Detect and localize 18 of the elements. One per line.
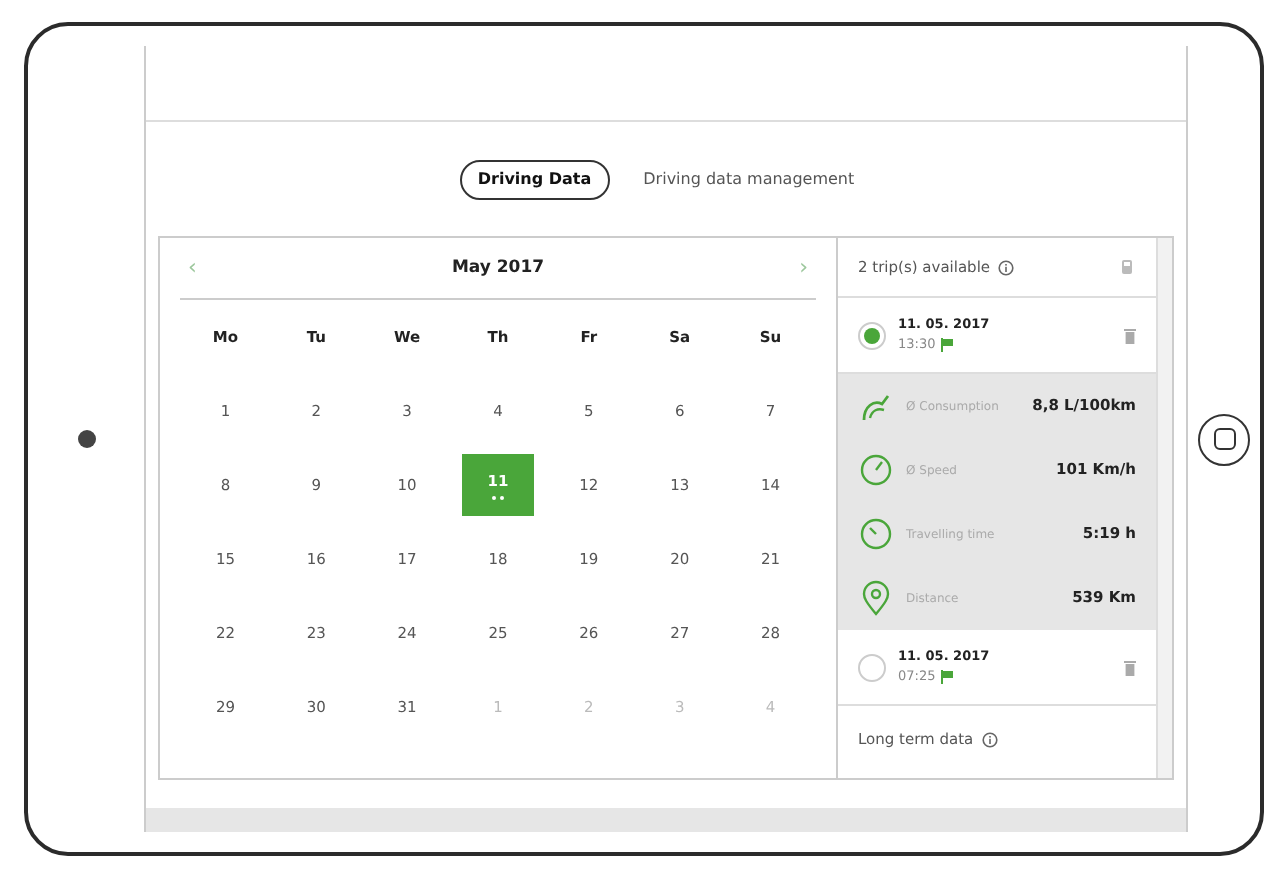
trash-icon[interactable]	[1124, 327, 1136, 343]
month-title: May 2017	[451, 255, 545, 281]
tab[interactable]: Driving data management	[625, 159, 873, 199]
flag-icon	[939, 337, 954, 352]
scrollbar[interactable]	[1156, 238, 1172, 778]
location-pin-icon	[858, 580, 894, 616]
info-icon[interactable]	[998, 259, 1015, 275]
radio-button[interactable]	[858, 653, 886, 681]
clock-icon	[858, 516, 894, 552]
speedometer-icon	[858, 452, 894, 488]
trash-icon[interactable]	[1124, 659, 1136, 675]
flag-icon	[939, 669, 954, 684]
tab[interactable]: Driving Data	[459, 159, 610, 199]
info-icon[interactable]	[981, 732, 998, 748]
radio-button[interactable]	[858, 321, 886, 349]
camera-icon	[77, 430, 95, 448]
home-button[interactable]	[1198, 413, 1250, 465]
fuel-pump-icon[interactable]	[1120, 258, 1136, 276]
